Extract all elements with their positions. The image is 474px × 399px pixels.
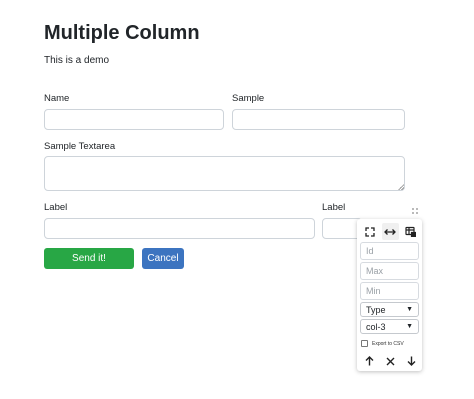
arrow-up-icon[interactable] — [361, 354, 377, 368]
sample-label: Sample — [232, 93, 265, 104]
expand-icon[interactable] — [361, 223, 378, 240]
sample-textarea-label: Sample Textarea — [44, 141, 116, 152]
label-1: Label — [44, 202, 68, 213]
column-settings-panel: Id Max Min Type ▼ col-3 ▼ Export to CSV — [357, 219, 422, 371]
panel-actions — [361, 354, 419, 368]
export-csv-label: Export to CSV — [372, 340, 404, 347]
sample-input[interactable] — [232, 109, 405, 130]
export-csv-option[interactable]: Export to CSV — [361, 340, 404, 347]
id-field[interactable]: Id — [360, 242, 419, 260]
type-select-value: Type — [366, 304, 386, 315]
page-subtitle: This is a demo — [44, 55, 110, 66]
chevron-down-icon: ▼ — [406, 306, 413, 313]
sample-textarea[interactable] — [44, 156, 405, 191]
label-2: Label — [322, 202, 346, 213]
name-input[interactable] — [44, 109, 224, 130]
resize-grip-icon[interactable] — [398, 184, 404, 190]
type-select[interactable]: Type ▼ — [360, 302, 419, 317]
close-icon[interactable] — [382, 354, 398, 368]
label-1-input[interactable] — [44, 218, 315, 239]
column-width-value: col-3 — [366, 321, 386, 332]
horizontal-arrows-icon[interactable] — [381, 223, 399, 240]
page-title: Multiple Column — [44, 22, 200, 44]
min-field[interactable]: Min — [360, 282, 419, 300]
name-label: Name — [44, 93, 70, 104]
export-table-icon[interactable] — [402, 223, 419, 240]
export-csv-checkbox[interactable] — [361, 340, 368, 347]
panel-toolbar — [361, 223, 419, 240]
label-2-input[interactable] — [322, 218, 362, 239]
cancel-button[interactable]: Cancel — [142, 248, 184, 269]
arrow-down-icon[interactable] — [403, 354, 419, 368]
max-field[interactable]: Max — [360, 262, 419, 280]
send-button[interactable]: Send it! — [44, 248, 134, 269]
sample-textarea-wrap — [44, 156, 405, 191]
chevron-down-icon: ▼ — [406, 323, 413, 330]
column-width-select[interactable]: col-3 ▼ — [360, 319, 419, 334]
drag-handle-icon[interactable] — [410, 203, 420, 214]
